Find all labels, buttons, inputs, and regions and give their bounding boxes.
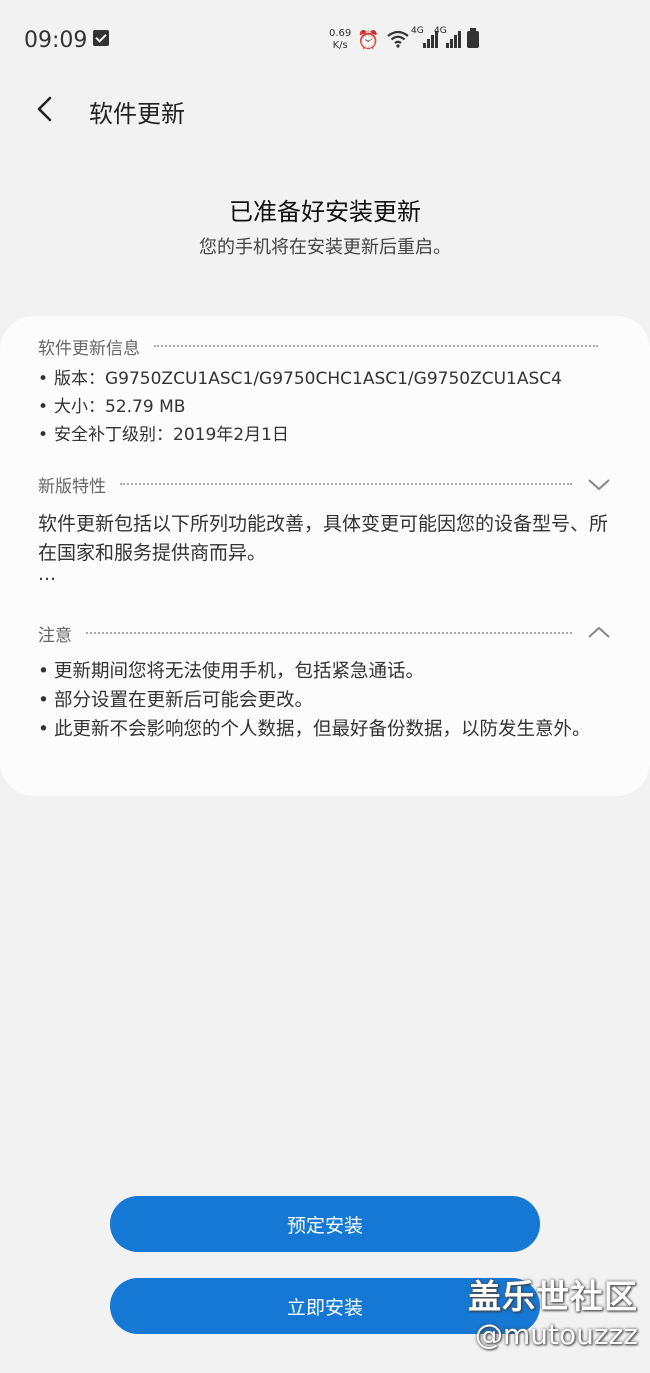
cell-signal-2-icon: 4G <box>434 26 461 48</box>
alarm-icon: ⏰ <box>357 30 380 51</box>
battery-icon <box>467 28 479 48</box>
update-ready-subtitle: 您的手机将在安装更新后重启。 <box>199 237 451 258</box>
status-time: 09:09 <box>24 28 88 53</box>
status-bar: 09:09 0.69 K/s ⏰ 4G 4G <box>0 0 650 80</box>
notes-heading: 注意 <box>38 625 72 646</box>
chevron-left-icon <box>37 96 52 122</box>
divider <box>86 632 572 634</box>
update-ready-title: 已准备好安装更新 <box>229 198 421 226</box>
update-details-card: 软件更新信息 版本：G9750ZCU1ASC1/G9750CHC1ASC1/G9… <box>0 316 650 796</box>
notes-list: 更新期间您将无法使用手机，包括紧急通话。 部分设置在更新后可能会更改。 此更新不… <box>38 657 620 744</box>
security-patch-item: 安全补丁级别：2019年2月1日 <box>38 421 620 449</box>
version-item: 版本：G9750ZCU1ASC1/G9750CHC1ASC1/G9750ZCU1… <box>38 365 620 393</box>
features-text: 软件更新包括以下所列功能改善，具体变更可能因您的设备型号、所在国家和服务提供商而… <box>38 513 609 564</box>
update-info-header: 软件更新信息 <box>38 334 612 359</box>
network-speed-unit: K/s <box>332 40 348 51</box>
page-title: 软件更新 <box>89 100 185 128</box>
size-item: 大小：52.79 MB <box>38 393 620 421</box>
watermark-title: 盖乐世社区 <box>468 1277 638 1316</box>
note-item: 部分设置在更新后可能会更改。 <box>38 686 620 715</box>
network-speed: 0.69 K/s <box>329 28 351 52</box>
update-info-list: 版本：G9750ZCU1ASC1/G9750CHC1ASC1/G9750ZCU1… <box>38 365 620 449</box>
features-heading: 新版特性 <box>38 476 106 497</box>
schedule-install-button[interactable]: 预定安装 <box>110 1196 540 1252</box>
features-more: … <box>38 564 56 585</box>
update-info-heading: 软件更新信息 <box>38 338 140 359</box>
chevron-up-icon[interactable] <box>586 624 612 642</box>
checkbox-notification-icon <box>93 30 109 46</box>
notes-header[interactable]: 注意 <box>38 621 612 646</box>
divider <box>154 345 598 347</box>
features-header[interactable]: 新版特性 <box>38 472 612 497</box>
back-button[interactable] <box>26 90 66 130</box>
note-item: 更新期间您将无法使用手机，包括紧急通话。 <box>38 657 620 686</box>
cell-signal-1-label: 4G <box>411 26 424 36</box>
watermark-handle: @mutouzzz <box>475 1318 638 1351</box>
chevron-down-icon[interactable] <box>586 475 612 493</box>
divider <box>120 483 572 485</box>
network-speed-value: 0.69 <box>329 28 352 39</box>
note-item: 此更新不会影响您的个人数据，但最好备份数据，以防发生意外。 <box>38 715 620 744</box>
wifi-icon <box>387 30 409 52</box>
cell-signal-2-label: 4G <box>434 26 447 36</box>
